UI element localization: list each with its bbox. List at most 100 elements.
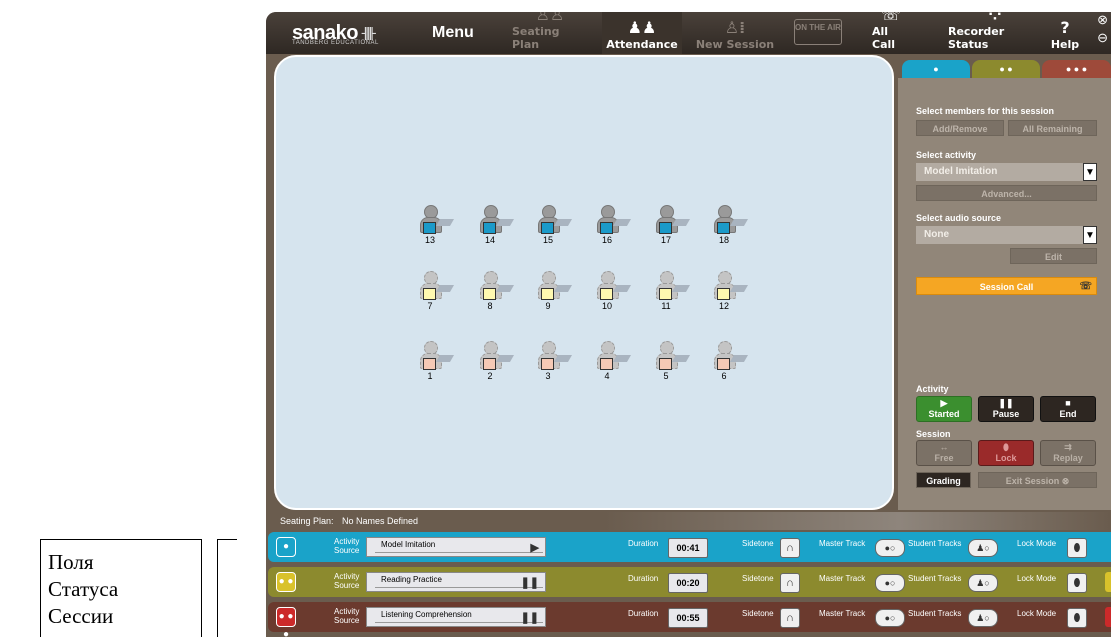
edit-button[interactable]: Edit [1010, 248, 1097, 264]
master-track-toggle[interactable]: ●○ [875, 609, 905, 627]
all-remaining-button[interactable]: All Remaining [1008, 120, 1097, 136]
pause-icon: ❚❚ [998, 398, 1014, 408]
direction-arrow-icon [671, 355, 691, 362]
session-color-marker [483, 222, 496, 234]
session-badge[interactable]: ● [276, 537, 296, 557]
started-button[interactable]: ▶ Started [916, 396, 972, 422]
student-seat-16[interactable]: 16 [593, 205, 632, 251]
session-row-3: ● ● ● Activity Source Listening Comprehensi… [268, 602, 1111, 637]
student-seat-1[interactable]: 1 [416, 341, 455, 387]
student-seat-12[interactable]: 12 [710, 271, 749, 317]
activity-control-icon[interactable]: ❚❚ [521, 611, 539, 624]
seating-plan-button[interactable]: ♙♙ Seating Plan [512, 12, 588, 54]
select-activity-label: Select activity [916, 150, 977, 160]
recorder-status-label: Recorder Status [948, 25, 1005, 51]
recorder-status-button[interactable]: ⁘ Recorder Status [948, 12, 1042, 54]
dropdown-arrow-icon[interactable]: ▼ [1083, 226, 1097, 244]
student-seat-14[interactable]: 14 [476, 205, 515, 251]
direction-arrow-icon [671, 285, 691, 292]
student-seat-18[interactable]: 18 [710, 205, 749, 251]
student-tracks-toggle[interactable]: ♟○ [968, 539, 998, 557]
direction-arrow-icon [435, 355, 455, 362]
student-seat-2[interactable]: 2 [476, 341, 515, 387]
close-icon[interactable]: ⊗ [1097, 12, 1108, 28]
direction-arrow-icon [435, 219, 455, 226]
select-audio-label: Select audio source [916, 213, 1002, 223]
help-button[interactable]: ? Help [1050, 12, 1080, 54]
activity-control-icon[interactable]: ❚❚ [521, 576, 539, 589]
minimize-icon[interactable]: ⊖ [1097, 30, 1108, 46]
master-track-toggle[interactable]: ●○ [875, 539, 905, 557]
audio-source-select[interactable]: None ▼ [916, 226, 1097, 244]
menu-button[interactable]: Menu [432, 24, 474, 42]
student-seat-11[interactable]: 11 [652, 271, 691, 317]
student-seat-15[interactable]: 15 [534, 205, 573, 251]
free-button[interactable]: ↔ Free [916, 440, 972, 466]
session-badge[interactable]: ● ● [276, 572, 296, 592]
session-call-icon: ☏ [1079, 281, 1092, 292]
student-seat-10[interactable]: 10 [593, 271, 632, 317]
tab-session-1[interactable]: ● [902, 60, 970, 78]
student-tracks-toggle[interactable]: ♟○ [968, 574, 998, 592]
session-color-marker [659, 288, 672, 300]
add-remove-button[interactable]: Add/Remove [916, 120, 1004, 136]
help-label: Help [1050, 38, 1080, 51]
attendance-icon: ♟♟ [627, 18, 657, 37]
student-seat-5[interactable]: 5 [652, 341, 691, 387]
activity-select[interactable]: Model Imitation ▼ [916, 163, 1097, 181]
session-call-button[interactable]: Session Call ☏ [916, 277, 1097, 295]
headphone-icon[interactable]: ∩ [780, 608, 800, 628]
end-button[interactable]: ■ End [1040, 396, 1096, 422]
audio-source-value: None [924, 229, 949, 240]
end-label: End [1059, 409, 1077, 419]
lock-icon[interactable]: ⬮ [1067, 538, 1087, 558]
exit-session-button[interactable]: Exit Session ⊗ [978, 472, 1097, 488]
replay-label: Replay [1053, 453, 1083, 463]
tab-session-2[interactable]: ● ● [972, 60, 1040, 78]
replay-button[interactable]: ⇉ Replay [1040, 440, 1096, 466]
activity-control-icon[interactable]: ▶ [531, 541, 539, 554]
logo-wave-icon: -|||||- [361, 24, 376, 40]
master-track-toggle[interactable]: ●○ [875, 574, 905, 592]
student-seat-4[interactable]: 4 [593, 341, 632, 387]
student-tracks-toggle[interactable]: ♟○ [968, 609, 998, 627]
headphone-icon[interactable]: ∩ [780, 538, 800, 558]
session-heading: Session [916, 429, 951, 439]
lock-button[interactable]: ⬮ Lock [978, 440, 1034, 466]
all-call-icon: ☏ [880, 12, 901, 24]
seating-plan-status-bar: Seating Plan: No Names Defined [266, 512, 1111, 530]
new-session-icon: ♙⁞ [724, 18, 746, 37]
student-seat-3[interactable]: 3 [534, 341, 573, 387]
seat-number: 16 [601, 235, 612, 245]
pause-button[interactable]: ❚❚ Pause [978, 396, 1034, 422]
session-color-marker [600, 288, 613, 300]
seat-number: 18 [718, 235, 729, 245]
source-label: Source [334, 616, 360, 625]
sidetone-label: Sidetone [742, 539, 774, 548]
duration-label: Duration [628, 539, 659, 548]
all-call-button[interactable]: ☏ All Call [872, 12, 910, 54]
sidetone-label: Sidetone [742, 574, 774, 583]
dropdown-arrow-icon[interactable]: ▼ [1083, 163, 1097, 181]
headphone-icon[interactable]: ∩ [780, 573, 800, 593]
free-label: Free [934, 453, 954, 463]
student-seat-9[interactable]: 9 [534, 271, 573, 317]
student-seat-7[interactable]: 7 [416, 271, 455, 317]
session-badge[interactable]: ● ● ● [276, 607, 296, 637]
seat-number: 17 [660, 235, 671, 245]
play-icon: ▶ [940, 398, 948, 408]
lock-icon[interactable]: ⬮ [1067, 573, 1087, 593]
student-seat-13[interactable]: 13 [416, 205, 455, 251]
tab-session-3[interactable]: ● ● ● [1042, 60, 1111, 78]
lock-icon[interactable]: ⬮ [1067, 608, 1087, 628]
student-seat-6[interactable]: 6 [710, 341, 749, 387]
seating-plan-label: Seating Plan [512, 25, 560, 51]
student-seat-8[interactable]: 8 [476, 271, 515, 317]
direction-arrow-icon [553, 355, 573, 362]
attendance-button[interactable]: ♟♟ Attendance [602, 12, 682, 54]
new-session-button[interactable]: ♙⁞ New Session [694, 12, 776, 54]
activity-field: Model Imitation ▶ [366, 537, 546, 557]
grading-button[interactable]: Grading [916, 472, 971, 488]
student-seat-17[interactable]: 17 [652, 205, 691, 251]
advanced-button[interactable]: Advanced... [916, 185, 1097, 201]
